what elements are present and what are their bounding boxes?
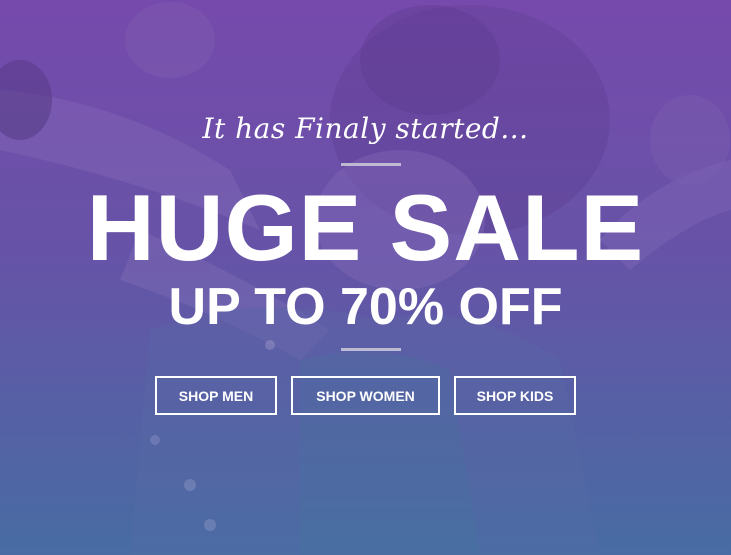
sale-banner: It has Finaly started... HUGE SALE UP TO… [0, 0, 731, 555]
subheadline: UP TO 70% OFF [168, 278, 563, 336]
bottom-divider [341, 348, 401, 351]
shop-men-button[interactable]: SHOP MEN [155, 376, 277, 415]
shop-kids-button[interactable]: SHOP KIDS [454, 376, 576, 415]
top-divider [341, 163, 401, 166]
shop-women-button[interactable]: SHOP WOMEN [291, 376, 440, 415]
banner-content: It has Finaly started... HUGE SALE UP TO… [0, 0, 731, 555]
tagline: It has Finaly started... [202, 112, 529, 145]
headline: HUGE SALE [86, 175, 645, 280]
